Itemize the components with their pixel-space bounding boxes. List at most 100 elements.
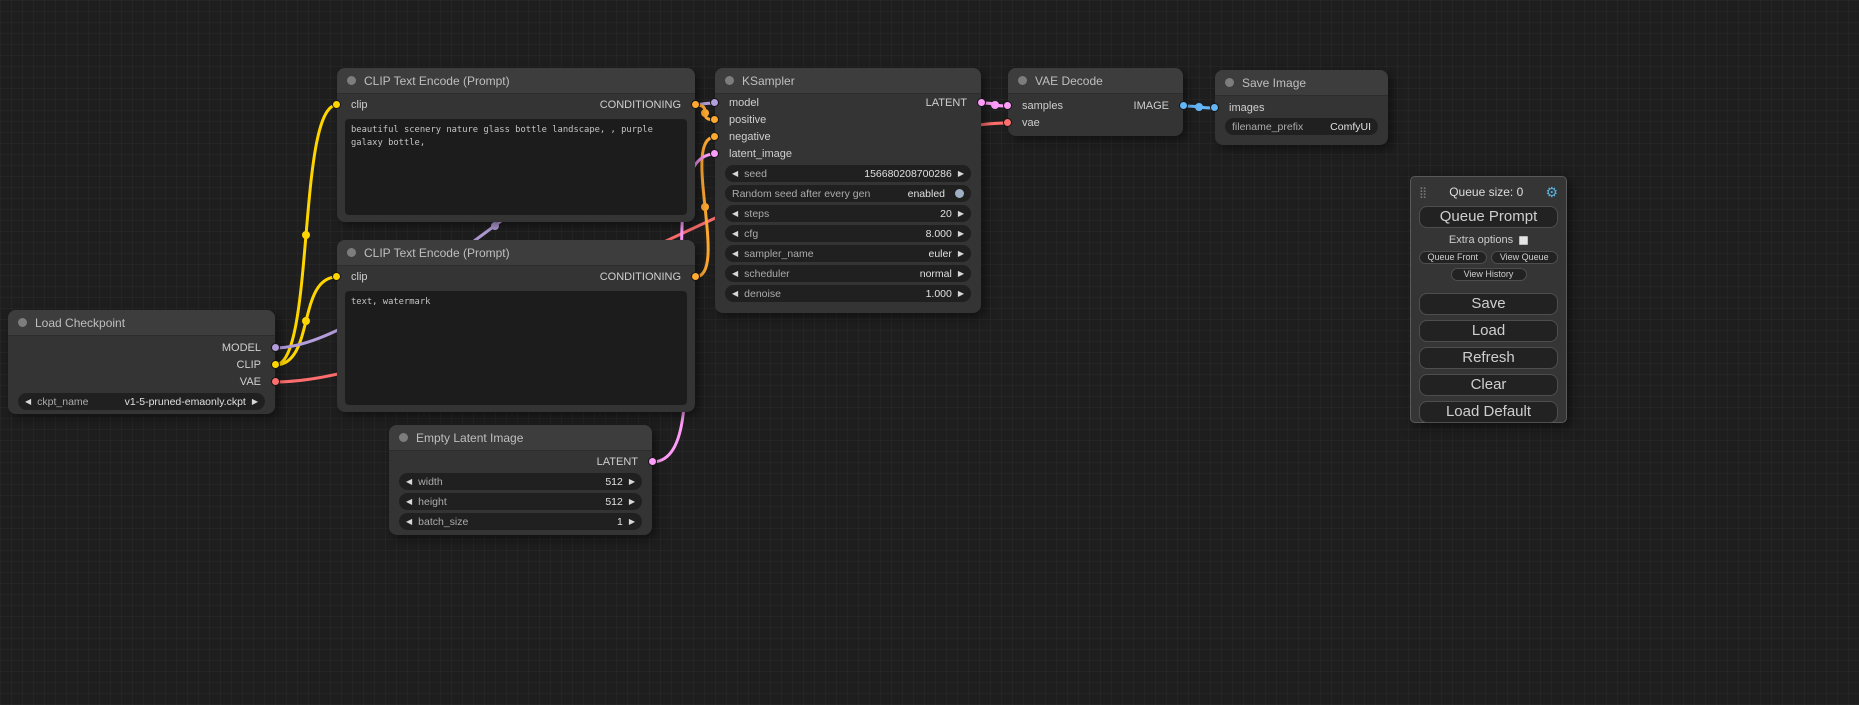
decrement-arrow-icon[interactable]: ◀: [406, 478, 412, 486]
widget-label: height: [418, 496, 447, 508]
increment-arrow-icon[interactable]: ▶: [629, 518, 635, 526]
batch-size-widget[interactable]: ◀ batch_size 1 ▶: [399, 513, 642, 530]
increment-arrow-icon[interactable]: ▶: [958, 230, 964, 238]
output-slot-label-image: IMAGE: [1134, 100, 1169, 112]
link-midpoint-dot: [701, 203, 709, 211]
widget-label: steps: [744, 208, 769, 220]
drag-handle-icon[interactable]: ⣿: [1419, 186, 1427, 199]
port-conditioning-output[interactable]: [691, 272, 700, 281]
random-seed-toggle[interactable]: Random seed after every gen enabled: [725, 185, 971, 202]
port-positive-input[interactable]: [710, 115, 719, 124]
increment-arrow-icon[interactable]: ▶: [958, 270, 964, 278]
node-title-bar[interactable]: Save Image: [1215, 70, 1388, 96]
increment-arrow-icon[interactable]: ▶: [958, 290, 964, 298]
node-status-dot[interactable]: [347, 76, 356, 85]
prompt-textarea[interactable]: text, watermark: [345, 291, 687, 405]
increment-arrow-icon[interactable]: ▶: [958, 170, 964, 178]
port-clip-input[interactable]: [332, 100, 341, 109]
width-widget[interactable]: ◀ width 512 ▶: [399, 473, 642, 490]
port-image-output[interactable]: [1179, 101, 1188, 110]
filename-prefix-widget[interactable]: filename_prefix ComfyUI: [1225, 118, 1378, 135]
link-midpoint-dot: [991, 101, 999, 109]
ckpt-name-widget[interactable]: ◀ ckpt_name v1-5-pruned-emaonly.ckpt ▶: [18, 393, 265, 410]
node-status-dot[interactable]: [399, 433, 408, 442]
port-images-input[interactable]: [1210, 103, 1219, 112]
increment-arrow-icon[interactable]: ▶: [252, 398, 258, 406]
node-canvas[interactable]: Load Checkpoint MODEL CLIP VAE ◀ ckpt_na…: [0, 0, 1859, 705]
increment-arrow-icon[interactable]: ▶: [629, 498, 635, 506]
decrement-arrow-icon[interactable]: ◀: [406, 498, 412, 506]
input-slot-label-positive: positive: [729, 114, 766, 126]
load-button[interactable]: Load: [1419, 320, 1558, 342]
decrement-arrow-icon[interactable]: ◀: [732, 250, 738, 258]
decrement-arrow-icon[interactable]: ◀: [406, 518, 412, 526]
view-queue-button[interactable]: View Queue: [1491, 251, 1559, 264]
node-title-bar[interactable]: Load Checkpoint: [8, 310, 275, 336]
port-model-input[interactable]: [710, 98, 719, 107]
queue-prompt-button[interactable]: Queue Prompt: [1419, 206, 1558, 228]
prompt-textarea[interactable]: beautiful scenery nature glass bottle la…: [345, 119, 687, 215]
node-status-dot[interactable]: [347, 248, 356, 257]
widget-value: ComfyUI: [1330, 121, 1371, 133]
node-save-image[interactable]: Save Image images filename_prefix ComfyU…: [1215, 70, 1388, 145]
node-title-bar[interactable]: KSampler: [715, 68, 981, 94]
node-title-bar[interactable]: VAE Decode: [1008, 68, 1183, 94]
cfg-widget[interactable]: ◀ cfg 8.000 ▶: [725, 225, 971, 242]
increment-arrow-icon[interactable]: ▶: [958, 250, 964, 258]
port-samples-input[interactable]: [1003, 101, 1012, 110]
node-title-bar[interactable]: CLIP Text Encode (Prompt): [337, 240, 695, 266]
load-default-button[interactable]: Load Default: [1419, 401, 1558, 423]
input-slot-label-samples: samples: [1022, 100, 1063, 112]
node-title-bar[interactable]: CLIP Text Encode (Prompt): [337, 68, 695, 94]
node-clip-text-encode-negative[interactable]: CLIP Text Encode (Prompt) clip CONDITION…: [337, 240, 695, 412]
node-ksampler[interactable]: KSampler model LATENT positive negative …: [715, 68, 981, 313]
node-title: CLIP Text Encode (Prompt): [364, 246, 510, 260]
node-status-dot[interactable]: [1018, 76, 1027, 85]
port-vae-output[interactable]: [271, 377, 280, 386]
scheduler-widget[interactable]: ◀ scheduler normal ▶: [725, 265, 971, 282]
port-clip-output[interactable]: [271, 360, 280, 369]
save-button[interactable]: Save: [1419, 293, 1558, 315]
port-vae-input[interactable]: [1003, 118, 1012, 127]
port-negative-input[interactable]: [710, 132, 719, 141]
node-title: VAE Decode: [1035, 74, 1103, 88]
sampler-name-widget[interactable]: ◀ sampler_name euler ▶: [725, 245, 971, 262]
queue-size-label: Queue size: 0: [1427, 185, 1545, 199]
denoise-widget[interactable]: ◀ denoise 1.000 ▶: [725, 285, 971, 302]
decrement-arrow-icon[interactable]: ◀: [732, 210, 738, 218]
steps-widget[interactable]: ◀ steps 20 ▶: [725, 205, 971, 222]
node-clip-text-encode-positive[interactable]: CLIP Text Encode (Prompt) clip CONDITION…: [337, 68, 695, 222]
decrement-arrow-icon[interactable]: ◀: [25, 398, 31, 406]
port-latent-image-input[interactable]: [710, 149, 719, 158]
widget-label: scheduler: [744, 268, 790, 280]
decrement-arrow-icon[interactable]: ◀: [732, 290, 738, 298]
node-status-dot[interactable]: [18, 318, 27, 327]
decrement-arrow-icon[interactable]: ◀: [732, 170, 738, 178]
node-title-bar[interactable]: Empty Latent Image: [389, 425, 652, 451]
toggle-dot[interactable]: [955, 189, 964, 198]
port-latent-output[interactable]: [648, 457, 657, 466]
clear-button[interactable]: Clear: [1419, 374, 1558, 396]
node-empty-latent-image[interactable]: Empty Latent Image LATENT ◀ width 512 ▶ …: [389, 425, 652, 535]
decrement-arrow-icon[interactable]: ◀: [732, 230, 738, 238]
input-slot-label-negative: negative: [729, 131, 771, 143]
node-status-dot[interactable]: [725, 76, 734, 85]
port-conditioning-output[interactable]: [691, 100, 700, 109]
node-vae-decode[interactable]: VAE Decode samples IMAGE vae: [1008, 68, 1183, 136]
seed-widget[interactable]: ◀ seed 156680208700286 ▶: [725, 165, 971, 182]
extra-options-checkbox[interactable]: [1519, 236, 1528, 245]
node-status-dot[interactable]: [1225, 78, 1234, 87]
port-clip-input[interactable]: [332, 272, 341, 281]
view-history-button[interactable]: View History: [1451, 268, 1527, 281]
queue-front-button[interactable]: Queue Front: [1419, 251, 1487, 264]
gear-icon[interactable]: ⚙: [1545, 185, 1558, 199]
port-model-output[interactable]: [271, 343, 280, 352]
port-latent-output[interactable]: [977, 98, 986, 107]
refresh-button[interactable]: Refresh: [1419, 347, 1558, 369]
increment-arrow-icon[interactable]: ▶: [958, 210, 964, 218]
increment-arrow-icon[interactable]: ▶: [629, 478, 635, 486]
height-widget[interactable]: ◀ height 512 ▶: [399, 493, 642, 510]
node-load-checkpoint[interactable]: Load Checkpoint MODEL CLIP VAE ◀ ckpt_na…: [8, 310, 275, 414]
decrement-arrow-icon[interactable]: ◀: [732, 270, 738, 278]
widget-label: width: [418, 476, 443, 488]
